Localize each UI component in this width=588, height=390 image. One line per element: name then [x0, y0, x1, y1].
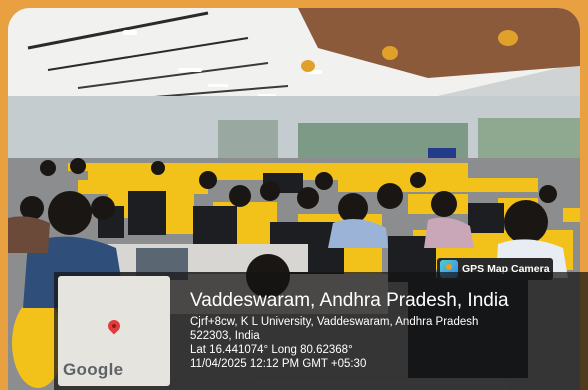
date-time: 11/04/2025 12:12 PM GMT +05:30	[190, 358, 367, 370]
location-info: Vaddeswaram, Andhra Pradesh, India Cjrf+…	[190, 290, 509, 371]
place-title: Vaddeswaram, Andhra Pradesh, India	[190, 290, 509, 311]
mini-map: Google	[58, 276, 170, 386]
map-pin-icon	[105, 317, 123, 335]
address-line-2: 522303, India	[190, 330, 260, 342]
coordinates: Lat 16.441074° Long 80.62368°	[190, 344, 353, 356]
address-line-1: Cjrf+8cw, K L University, Vaddeswaram, A…	[190, 316, 479, 328]
google-logo: Google	[63, 360, 124, 379]
